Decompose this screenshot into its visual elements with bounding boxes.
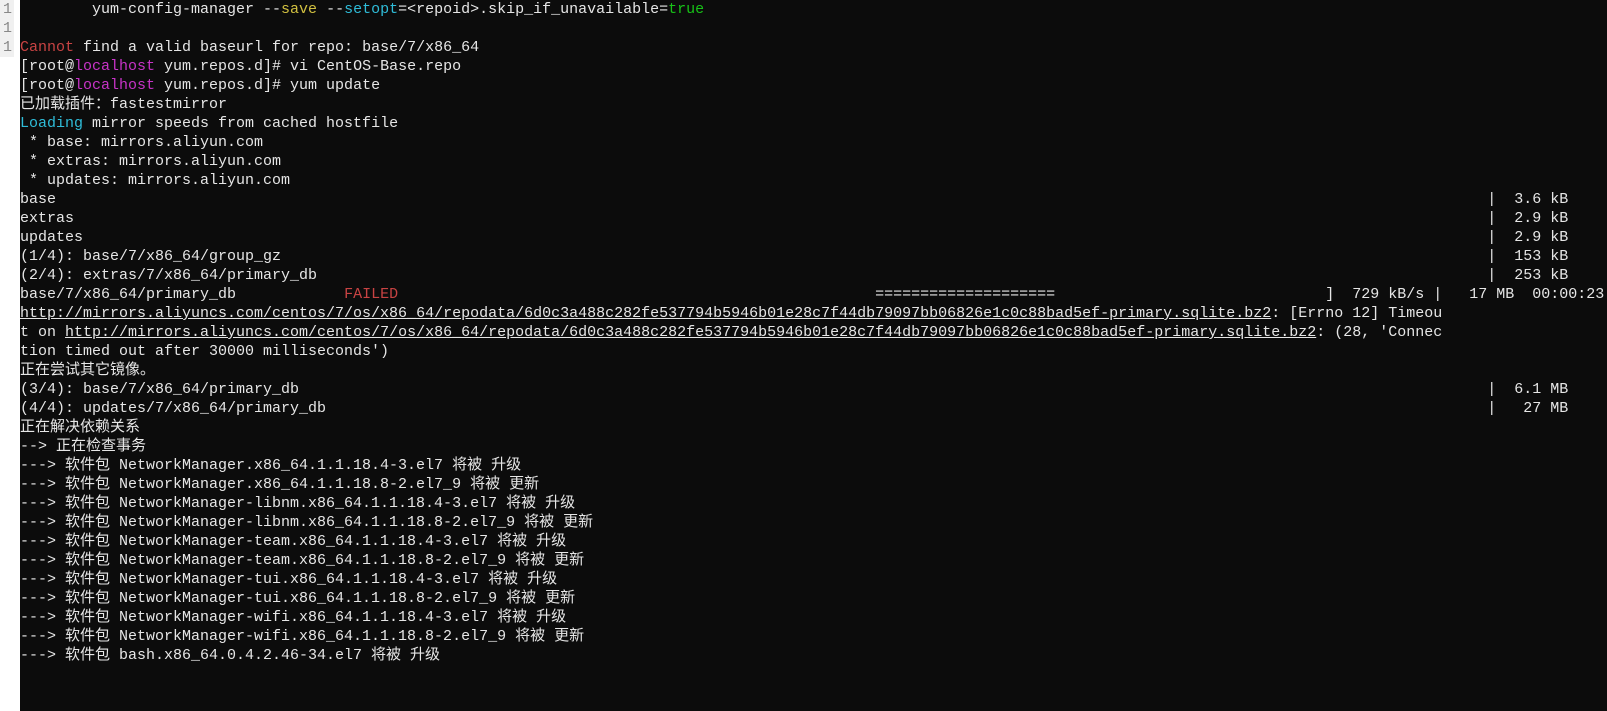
- repo-download-row: extras | 2.9 kB 00:00:00: [20, 209, 1607, 228]
- repo-download-failed-row: base/7/x86_64/primary_db FAILED ========…: [20, 285, 1607, 304]
- repo-download-row: (4/4): updates/7/x86_64/primary_db | 27 …: [20, 399, 1607, 418]
- error-url-line-2: t on http://mirrors.aliyuncs.com/centos/…: [20, 323, 1607, 342]
- error-url-line-1: http://mirrors.aliyuncs.com/centos/7/os/…: [20, 304, 1607, 323]
- plugins-loaded: 已加载插件：fastestmirror: [20, 95, 1607, 114]
- package-row: ---> 软件包 bash.x86_64.0.4.2.46-34.el7 将被 …: [20, 646, 1607, 665]
- repo-download-row: (1/4): base/7/x86_64/group_gz | 153 kB 0…: [20, 247, 1607, 266]
- mirror-url: http://mirrors.aliyuncs.com/centos/7/os/…: [20, 305, 1271, 322]
- blank-line: [20, 19, 1607, 38]
- resolving-deps: 正在解决依赖关系: [20, 418, 1607, 437]
- error-baseurl: Cannot find a valid baseurl for repo: ba…: [20, 38, 1607, 57]
- mirror-url: http://mirrors.aliyuncs.com/centos/7/os/…: [65, 324, 1316, 341]
- package-row: ---> 软件包 NetworkManager-wifi.x86_64.1.1.…: [20, 608, 1607, 627]
- mirror-entry: * extras: mirrors.aliyun.com: [20, 152, 1607, 171]
- mirror-entry: * updates: mirrors.aliyun.com: [20, 171, 1607, 190]
- shell-prompt-yum-update: [root@localhost yum.repos.d]# yum update: [20, 76, 1607, 95]
- package-row: ---> 软件包 NetworkManager-tui.x86_64.1.1.1…: [20, 589, 1607, 608]
- line-number: 1: [0, 38, 12, 57]
- package-row: ---> 软件包 NetworkManager-team.x86_64.1.1.…: [20, 551, 1607, 570]
- line-number: 1: [0, 19, 12, 38]
- package-row: ---> 软件包 NetworkManager-libnm.x86_64.1.1…: [20, 494, 1607, 513]
- checking-transaction: --> 正在检查事务: [20, 437, 1607, 456]
- package-row: ---> 软件包 NetworkManager.x86_64.1.1.18.8-…: [20, 475, 1607, 494]
- package-row: ---> 软件包 NetworkManager-libnm.x86_64.1.1…: [20, 513, 1607, 532]
- mirror-entry: * base: mirrors.aliyun.com: [20, 133, 1607, 152]
- shell-prompt-vi: [root@localhost yum.repos.d]# vi CentOS-…: [20, 57, 1607, 76]
- package-row: ---> 软件包 NetworkManager-team.x86_64.1.1.…: [20, 532, 1607, 551]
- line-number: 1: [0, 0, 12, 19]
- retry-mirrors: 正在尝试其它镜像。: [20, 361, 1607, 380]
- error-url-line-3: tion timed out after 30000 milliseconds'…: [20, 342, 1607, 361]
- repo-download-row: base | 3.6 kB 00:00:00: [20, 190, 1607, 209]
- terminal-output[interactable]: yum-config-manager --save --setopt=<repo…: [20, 0, 1607, 711]
- repo-download-row: (3/4): base/7/x86_64/primary_db | 6.1 MB…: [20, 380, 1607, 399]
- package-row: ---> 软件包 NetworkManager.x86_64.1.1.18.4-…: [20, 456, 1607, 475]
- repo-download-row: updates | 2.9 kB 00:00:00: [20, 228, 1607, 247]
- package-row: ---> 软件包 NetworkManager-tui.x86_64.1.1.1…: [20, 570, 1607, 589]
- package-row: ---> 软件包 NetworkManager-wifi.x86_64.1.1.…: [20, 627, 1607, 646]
- loading-mirrors: Loading mirror speeds from cached hostfi…: [20, 114, 1607, 133]
- previous-command-fragment: yum-config-manager --save --setopt=<repo…: [20, 0, 1607, 19]
- line-number-gutter: 1 1 1: [0, 0, 14, 57]
- repo-download-row: (2/4): extras/7/x86_64/primary_db | 253 …: [20, 266, 1607, 285]
